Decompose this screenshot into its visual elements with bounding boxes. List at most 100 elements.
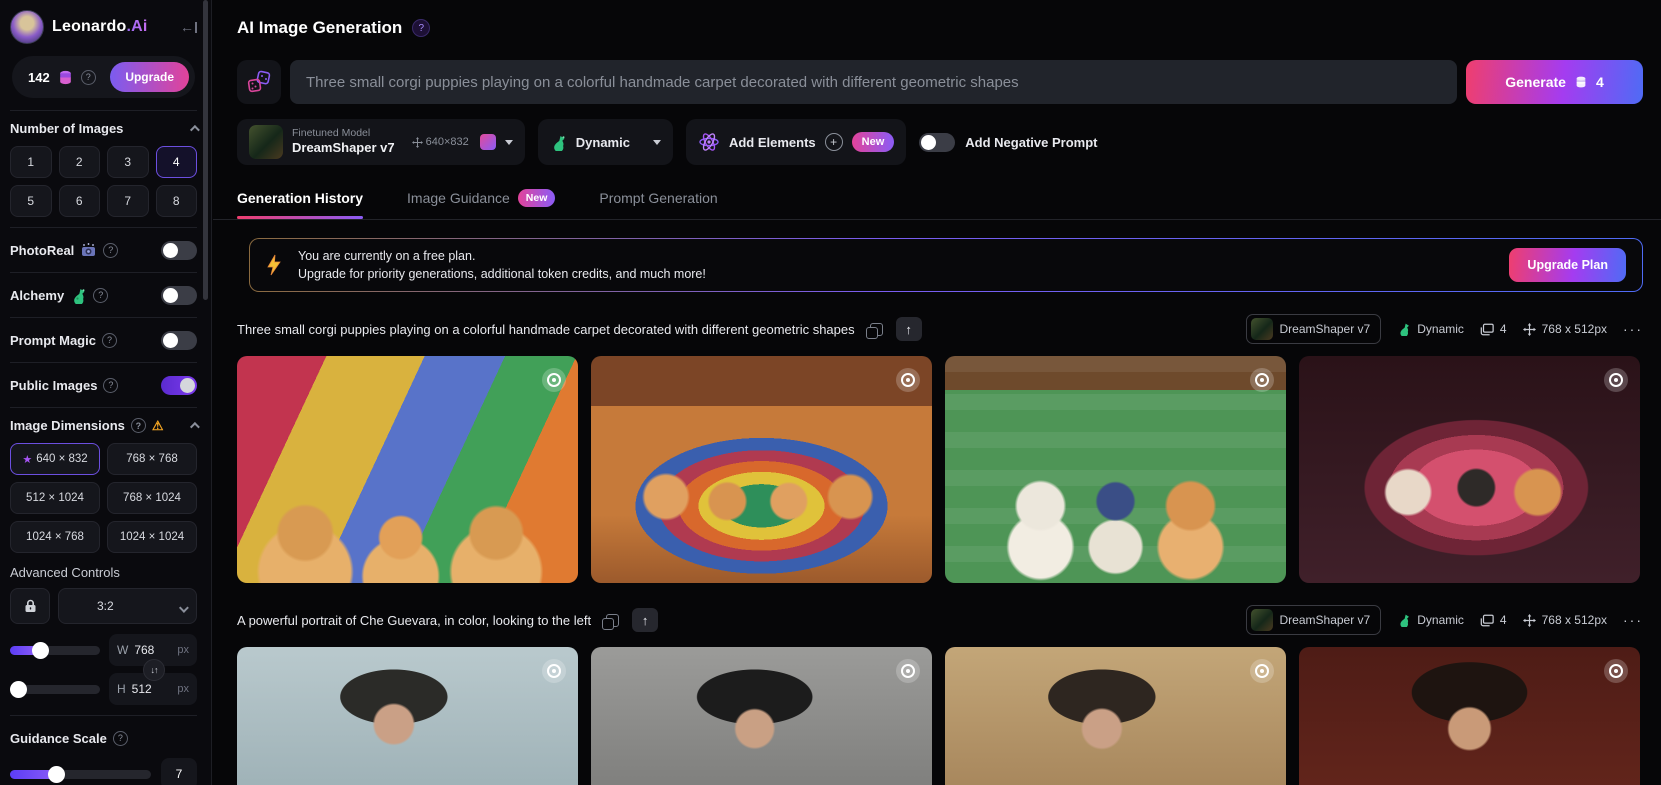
guidance-scale-slider[interactable] [10, 770, 151, 779]
reuse-prompt-button[interactable]: ↑ [896, 317, 922, 341]
negative-prompt-toggle[interactable] [919, 133, 955, 152]
generated-image-portrait-4[interactable] [1299, 647, 1640, 785]
model-selector[interactable]: Finetuned Model DreamShaper v7 640×832 [237, 119, 525, 165]
view-image-icon[interactable] [1250, 659, 1274, 683]
lock-button[interactable] [10, 588, 50, 624]
view-image-icon[interactable] [542, 659, 566, 683]
add-elements-button[interactable]: Add Elements + New [686, 119, 906, 165]
divider [10, 715, 197, 716]
prompt-magic-label: Prompt Magic [10, 333, 96, 348]
number-of-images-header[interactable]: Number of Images [10, 121, 197, 136]
image-dimensions-help-icon[interactable]: ? [131, 418, 146, 433]
generated-image-portrait-3[interactable] [945, 647, 1286, 785]
token-help-icon[interactable]: ? [81, 70, 96, 85]
style-selector[interactable]: Dynamic [538, 119, 673, 165]
collapse-sidebar-icon[interactable]: ← [180, 19, 197, 35]
upgrade-plan-button[interactable]: Upgrade Plan [1509, 248, 1626, 282]
alchemy-help-icon[interactable]: ? [93, 288, 108, 303]
view-image-icon[interactable] [896, 368, 920, 392]
generate-button[interactable]: Generate 4 [1466, 60, 1643, 104]
image-dimensions-header[interactable]: Image Dimensions ? ⚠ [10, 418, 197, 433]
generation-images [237, 647, 1643, 785]
meta-model-pill[interactable]: DreamShaper v7 [1246, 605, 1382, 635]
dim-1024x768[interactable]: 1024 × 768 [10, 521, 100, 553]
view-image-icon[interactable] [542, 368, 566, 392]
prompt-magic-toggle[interactable] [161, 331, 197, 350]
view-image-icon[interactable] [1250, 368, 1274, 392]
num-images-8[interactable]: 8 [156, 185, 198, 217]
images-count-icon [1480, 614, 1494, 627]
num-images-2[interactable]: 2 [59, 146, 101, 178]
prompt-magic-row: Prompt Magic ? [10, 328, 197, 352]
dim-768x768[interactable]: 768 × 768 [107, 443, 197, 475]
generated-image-portrait-2[interactable] [591, 647, 932, 785]
prompt-magic-help-icon[interactable]: ? [102, 333, 117, 348]
photoreal-help-icon[interactable]: ? [103, 243, 118, 258]
public-images-help-icon[interactable]: ? [103, 378, 118, 393]
chevron-up-icon[interactable] [190, 125, 200, 135]
generated-image-corgi-2[interactable] [591, 356, 932, 583]
width-slider[interactable] [10, 646, 100, 655]
generated-image-corgi-3[interactable] [945, 356, 1286, 583]
num-images-6[interactable]: 6 [59, 185, 101, 217]
num-images-3[interactable]: 3 [107, 146, 149, 178]
height-slider[interactable] [10, 685, 100, 694]
sidebar: Leonardo.Ai ← 1 4 2 ? Upgrade Number of Im… [0, 0, 212, 785]
generated-image-corgi-1[interactable] [237, 356, 578, 583]
num-images-1[interactable]: 1 [10, 146, 52, 178]
public-images-toggle[interactable] [161, 376, 197, 395]
avatar[interactable] [10, 10, 44, 44]
view-image-icon[interactable] [1604, 368, 1628, 392]
tab-generation-history[interactable]: Generation History [237, 189, 363, 219]
model-thumbnail [1251, 609, 1273, 631]
model-page-icon[interactable] [480, 134, 496, 150]
more-options-icon[interactable]: ··· [1623, 321, 1643, 337]
move-icon [1523, 323, 1536, 336]
images-count-icon [1480, 323, 1494, 336]
brand-name[interactable]: Leonardo.Ai [52, 18, 148, 36]
upgrade-button[interactable]: Upgrade [110, 62, 189, 92]
dim-label: 640 × 832 [36, 453, 87, 465]
generated-image-portrait-1[interactable] [237, 647, 578, 785]
chevron-up-icon[interactable] [190, 422, 200, 432]
brand-row: Leonardo.Ai ← [10, 10, 197, 44]
generated-image-corgi-4[interactable] [1299, 356, 1640, 583]
meta-model-pill[interactable]: DreamShaper v7 [1246, 314, 1382, 344]
tab-prompt-generation[interactable]: Prompt Generation [599, 189, 717, 219]
sidebar-scrollbar[interactable] [203, 0, 208, 785]
num-images-4[interactable]: 4 [156, 146, 198, 178]
copy-prompt-icon[interactable] [870, 323, 883, 336]
aspect-ratio-select[interactable]: 3:2 [58, 588, 197, 624]
num-images-7[interactable]: 7 [107, 185, 149, 217]
dim-640x832[interactable]: ★640 × 832 [10, 443, 100, 475]
free-plan-banner: You are currently on a free plan. Upgrad… [249, 238, 1643, 292]
num-images-5[interactable]: 5 [10, 185, 52, 217]
prompt-input[interactable] [290, 60, 1457, 104]
view-image-icon[interactable] [896, 659, 920, 683]
reuse-prompt-button[interactable]: ↑ [632, 608, 658, 632]
divider [10, 407, 197, 408]
swap-dimensions-icon[interactable]: ↓↑ [143, 659, 165, 681]
image-dimensions-grid: ★640 × 832 768 × 768 512 × 1024 768 × 10… [10, 443, 197, 553]
dim-1024x1024[interactable]: 1024 × 1024 [107, 521, 197, 553]
potion-icon [1397, 322, 1411, 336]
public-images-label: Public Images [10, 378, 97, 393]
page-help-icon[interactable]: ? [412, 19, 430, 37]
coins-icon [1574, 75, 1588, 89]
generation-history-panel: You are currently on a free plan. Upgrad… [213, 220, 1661, 785]
model-dimensions: 640×832 [412, 136, 469, 148]
dim-512x1024[interactable]: 512 × 1024 [10, 482, 100, 514]
photoreal-toggle[interactable] [161, 241, 197, 260]
view-image-icon[interactable] [1604, 659, 1628, 683]
alchemy-toggle[interactable] [161, 286, 197, 305]
tab-image-guidance[interactable]: Image GuidanceNew [407, 189, 555, 219]
copy-prompt-icon[interactable] [606, 614, 619, 627]
dim-768x1024[interactable]: 768 × 1024 [107, 482, 197, 514]
scrollbar-thumb[interactable] [203, 0, 208, 300]
move-icon [1523, 614, 1536, 627]
more-options-icon[interactable]: ··· [1623, 612, 1643, 628]
random-prompt-button[interactable] [237, 60, 281, 104]
model-type-label: Finetuned Model [292, 127, 395, 140]
guidance-scale-help-icon[interactable]: ? [113, 731, 128, 746]
new-badge: New [852, 132, 895, 152]
